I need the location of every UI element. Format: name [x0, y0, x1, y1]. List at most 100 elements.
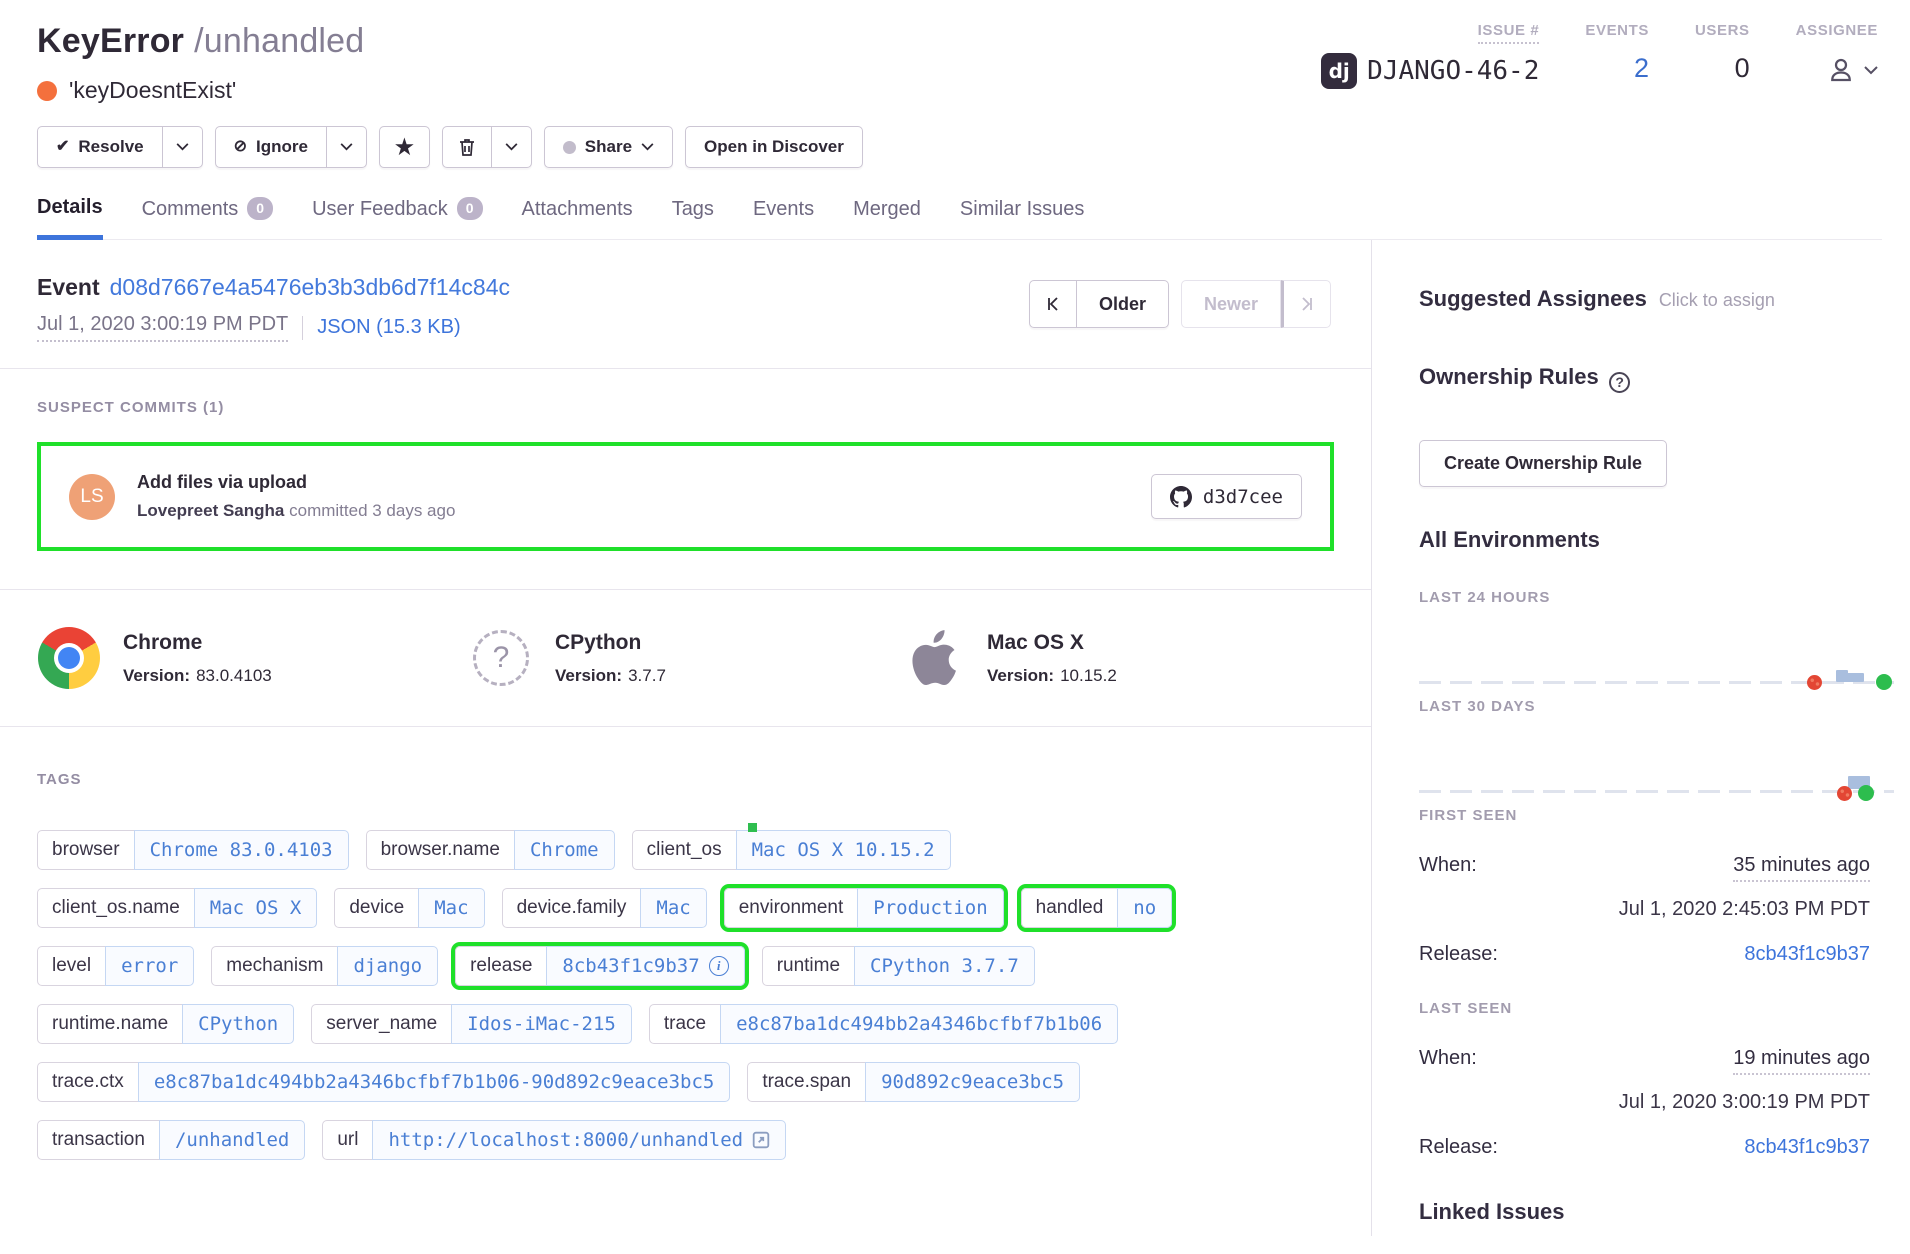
- first-seen-label: FIRST SEEN: [1419, 807, 1870, 824]
- release-marker-dot: [1807, 675, 1822, 690]
- title-block: KeyError/unhandled 'keyDoesntExist': [37, 22, 364, 104]
- context-name: CPython: [555, 631, 666, 655]
- suggested-assignees-heading: Suggested Assignees: [1419, 286, 1647, 312]
- users-label: USERS: [1695, 22, 1750, 39]
- suspect-commit-row[interactable]: LS Add files via upload Lovepreet Sangha…: [37, 442, 1334, 551]
- assignee-dropdown[interactable]: [1826, 55, 1878, 85]
- tab-attachments[interactable]: Attachments: [522, 196, 633, 239]
- delete-dropdown-button[interactable]: [492, 126, 532, 168]
- event-id-link[interactable]: d08d7667e4a5476eb3b3db6d7f14c84c: [110, 274, 510, 300]
- tag-value-link[interactable]: Mac OS X 10.15.2: [752, 839, 935, 861]
- event-pagination: Older Newer: [1029, 280, 1331, 328]
- older-event-button[interactable]: Older: [1077, 280, 1169, 328]
- tag-release: release8cb43f1c9b37i: [455, 946, 745, 986]
- first-seen-relative[interactable]: 35 minutes ago: [1733, 854, 1870, 882]
- ignore-button[interactable]: ⊘ Ignore: [215, 126, 327, 168]
- info-icon[interactable]: i: [709, 956, 729, 976]
- sparkline-baseline: [1419, 681, 1894, 684]
- first-seen-date: Jul 1, 2020 2:45:03 PM PDT: [1419, 898, 1870, 921]
- event-date[interactable]: Jul 1, 2020 3:00:19 PM PDT: [37, 313, 288, 342]
- help-question-icon[interactable]: ?: [1609, 372, 1630, 393]
- create-ownership-rule-button[interactable]: Create Ownership Rule: [1419, 440, 1667, 487]
- tag-value-link[interactable]: CPython 3.7.7: [870, 955, 1019, 977]
- tag-value-link[interactable]: 90d892c9eace3bc5: [881, 1071, 1064, 1093]
- tag-value-link[interactable]: e8c87ba1dc494bb2a4346bcfbf7b1b06: [736, 1013, 1102, 1035]
- release-marker-dot: [1837, 786, 1852, 801]
- tag-value-link[interactable]: Mac OS X: [210, 897, 302, 919]
- tag-value-link[interactable]: Production: [873, 897, 987, 919]
- chevron-down-icon: [176, 143, 189, 151]
- tab-similar-issues[interactable]: Similar Issues: [960, 196, 1084, 239]
- linked-issues-heading: Linked Issues: [1419, 1199, 1870, 1225]
- tag-value-link[interactable]: Chrome: [530, 839, 599, 861]
- tag-value-link[interactable]: 8cb43f1c9b37: [562, 955, 699, 977]
- open-in-discover-button[interactable]: Open in Discover: [685, 126, 863, 168]
- last-seen-release-link[interactable]: 8cb43f1c9b37: [1744, 1136, 1870, 1159]
- tag-value-link[interactable]: http://localhost:8000/unhandled: [388, 1129, 743, 1151]
- action-toolbar: ✔ Resolve ⊘ Ignore ★: [37, 126, 1882, 168]
- oldest-event-button[interactable]: [1029, 280, 1077, 328]
- tab-details[interactable]: Details: [37, 196, 103, 240]
- events-label: EVENTS: [1585, 22, 1649, 39]
- error-message: 'keyDoesntExist': [69, 77, 236, 104]
- tab-comments[interactable]: Comments0: [142, 196, 274, 239]
- context-os: Mac OS X Version:10.15.2: [901, 626, 1333, 690]
- tag-trace: tracee8c87ba1dc494bb2a4346bcfbf7b1b06: [649, 1004, 1118, 1044]
- event-json-link[interactable]: JSON (15.3 KB): [317, 316, 460, 339]
- skip-to-last-button[interactable]: [1281, 280, 1331, 328]
- tab-tags[interactable]: Tags: [672, 196, 714, 239]
- tab-user-feedback[interactable]: User Feedback0: [312, 196, 482, 239]
- tag-runtime: runtimeCPython 3.7.7: [762, 946, 1035, 986]
- error-level-dot-icon: [37, 81, 57, 101]
- last-seen-relative[interactable]: 19 minutes ago: [1733, 1047, 1870, 1075]
- tag-transaction: transaction/unhandled: [37, 1120, 305, 1160]
- tag-value-link[interactable]: /unhandled: [175, 1129, 289, 1151]
- delete-button[interactable]: [442, 126, 492, 168]
- external-link-icon[interactable]: [752, 1131, 770, 1149]
- sparkline-baseline: [1419, 790, 1894, 793]
- suspect-commits-section: SUSPECT COMMITS (1) LS Add files via upl…: [0, 369, 1371, 590]
- event-contexts: Chrome Version:83.0.4103 ? CPython Versi…: [0, 590, 1371, 727]
- tag-device: deviceMac: [334, 888, 484, 928]
- events-count[interactable]: 2: [1634, 53, 1649, 84]
- click-to-assign-hint[interactable]: Click to assign: [1659, 290, 1775, 311]
- tag-handled: handledno: [1021, 888, 1173, 928]
- tag-value-link[interactable]: Idos-iMac-215: [467, 1013, 616, 1035]
- first-seen-release-link[interactable]: 8cb43f1c9b37: [1744, 943, 1870, 966]
- ban-icon: ⊘: [234, 139, 247, 155]
- share-status-dot-icon: [563, 141, 576, 154]
- newer-event-button[interactable]: Newer: [1181, 280, 1281, 328]
- last-seen-label: LAST SEEN: [1419, 1000, 1870, 1017]
- share-button[interactable]: Share: [544, 126, 673, 168]
- ignore-dropdown-button[interactable]: [327, 126, 367, 168]
- commit-sha-button[interactable]: d3d7cee: [1151, 474, 1302, 519]
- tag-value-link[interactable]: django: [353, 955, 422, 977]
- resolve-button[interactable]: ✔ Resolve: [37, 126, 163, 168]
- tag-trace-ctx: trace.ctxe8c87ba1dc494bb2a4346bcfbf7b1b0…: [37, 1062, 730, 1102]
- skip-to-first-icon: [1045, 296, 1061, 312]
- tab-events[interactable]: Events: [753, 196, 814, 239]
- tag-value-link[interactable]: Mac: [434, 897, 468, 919]
- tag-device-family: device.familyMac: [502, 888, 707, 928]
- issue-number-value[interactable]: DJANGO-46-2: [1367, 56, 1539, 86]
- tag-value-link[interactable]: CPython: [198, 1013, 278, 1035]
- tag-value-link[interactable]: Mac: [656, 897, 690, 919]
- tag-value-link[interactable]: error: [121, 955, 178, 977]
- tag-trace-span: trace.span90d892c9eace3bc5: [747, 1062, 1080, 1102]
- tag-value-link[interactable]: no: [1133, 897, 1156, 919]
- tag-client-os-name: client_os.nameMac OS X: [37, 888, 317, 928]
- when-label: When:: [1419, 854, 1477, 877]
- stat-users: USERS 0: [1695, 22, 1750, 89]
- resolve-dropdown-button[interactable]: [163, 126, 203, 168]
- tag-value-link[interactable]: e8c87ba1dc494bb2a4346bcfbf7b1b06-90d892c…: [154, 1071, 715, 1093]
- issue-stats: ISSUE # dj DJANGO-46-2 EVENTS 2 USERS 0 …: [1321, 22, 1882, 89]
- bookmark-star-button[interactable]: ★: [379, 126, 430, 168]
- tab-merged[interactable]: Merged: [853, 196, 921, 239]
- commit-meta-text: committed 3 days ago: [289, 501, 455, 520]
- tag-mechanism: mechanismdjango: [211, 946, 438, 986]
- last-30-days-sparkline: [1419, 715, 1894, 807]
- chevron-down-icon: [505, 143, 518, 151]
- issue-tabs: Details Comments0 User Feedback0 Attachm…: [37, 196, 1882, 240]
- tag-value-link[interactable]: Chrome 83.0.4103: [150, 839, 333, 861]
- users-count[interactable]: 0: [1735, 53, 1750, 84]
